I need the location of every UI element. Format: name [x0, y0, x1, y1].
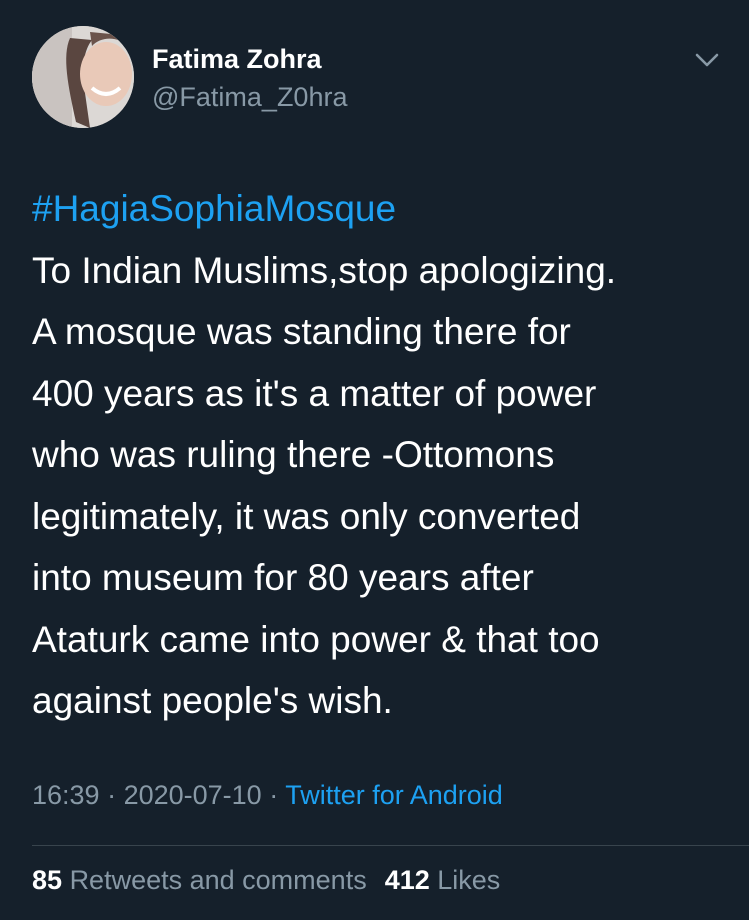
likes-count: 412 [384, 865, 430, 895]
retweets-count: 85 [32, 865, 63, 895]
retweets-label: Retweets and comments [69, 865, 367, 895]
author-name[interactable]: Fatima Zohra [152, 44, 322, 75]
tweet-text-line: against people's wish. [32, 680, 393, 721]
author-handle[interactable]: @Fatima_Z0hra [152, 82, 347, 113]
retweets-stat[interactable]: 85 Retweets and comments [32, 865, 367, 895]
meta-separator: · [99, 780, 124, 810]
tweet-text-line: into museum for 80 years after [32, 557, 534, 598]
tweet-detail: Fatima Zohra @Fatima_Z0hra #HagiaSophiaM… [0, 0, 749, 920]
meta-separator: · [261, 780, 286, 810]
tweet-text-line: A mosque was standing there for [32, 311, 571, 352]
tweet-text-line: who was ruling there -Ottomons [32, 434, 555, 475]
tweet-stats: 85 Retweets and comments 412 Likes [32, 865, 500, 896]
tweet-text: #HagiaSophiaMosque To Indian Muslims,sto… [32, 178, 732, 732]
tweet-time[interactable]: 16:39 [32, 780, 100, 810]
tweet-text-line: legitimately, it was only converted [32, 495, 581, 537]
avatar-photo [32, 26, 134, 128]
tweet-metadata: 16:39 · 2020-07-10 · Twitter for Android [32, 780, 503, 811]
likes-label: Likes [437, 865, 501, 895]
source-link[interactable]: Twitter for Android [285, 780, 503, 810]
likes-stat[interactable]: 412 Likes [385, 865, 501, 895]
tweet-text-line: To Indian Muslims,stop apologizing. [32, 249, 617, 291]
avatar[interactable] [32, 26, 134, 128]
chevron-down-icon[interactable] [693, 50, 721, 70]
tweet-text-line: Ataturk came into power & that too [32, 618, 600, 660]
tweet-date[interactable]: 2020-07-10 [124, 780, 262, 810]
hashtag-link[interactable]: #HagiaSophiaMosque [32, 178, 732, 240]
tweet-text-line: 400 years as it's a matter of power [32, 372, 597, 414]
divider [32, 845, 749, 846]
